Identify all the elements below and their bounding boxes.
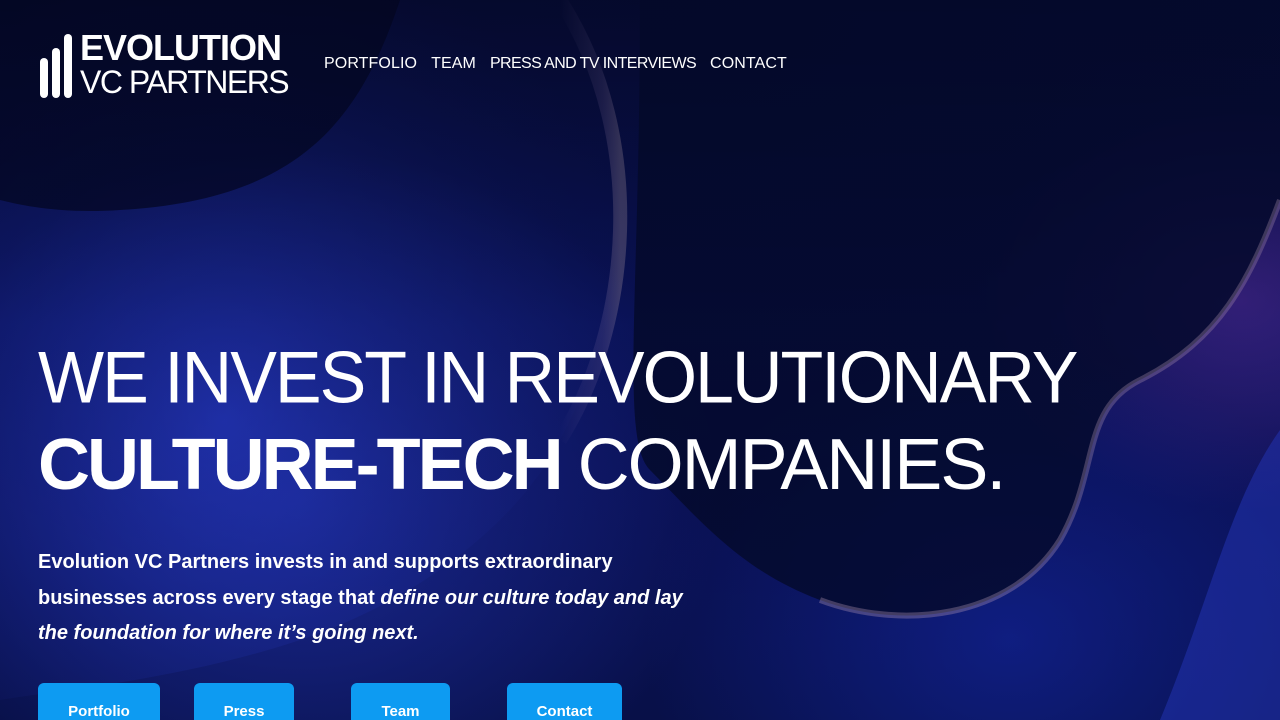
hero-section: EVOLUTION VC PARTNERS PORTFOLIO TEAM PRE… bbox=[0, 0, 1280, 720]
hero-headline: WE INVEST IN REVOLUTIONARY CULTURE-TECH … bbox=[38, 330, 1078, 510]
logo-text: EVOLUTION VC PARTNERS bbox=[80, 27, 290, 100]
press-button[interactable]: Press bbox=[194, 683, 294, 720]
logo-line2: VC PARTNERS bbox=[80, 64, 290, 100]
headline-emphasis: CULTURE-TECH bbox=[38, 425, 564, 505]
portfolio-button[interactable]: Portfolio bbox=[38, 683, 160, 720]
nav-team[interactable]: TEAM bbox=[431, 55, 476, 73]
logo-bar bbox=[52, 48, 60, 98]
hero-subtext: Evolution VC Partners invests in and sup… bbox=[38, 545, 698, 652]
logo-bars-icon bbox=[40, 34, 72, 98]
logo-bar bbox=[40, 58, 48, 98]
headline-line2: CULTURE-TECH COMPANIES. bbox=[38, 420, 1076, 510]
hero-buttons: Portfolio Press Team Contact bbox=[38, 683, 638, 720]
logo[interactable]: EVOLUTION VC PARTNERS bbox=[40, 27, 292, 100]
nav-press-and-tv-interviews[interactable]: PRESS AND TV INTERVIEWS bbox=[490, 55, 697, 73]
logo-line1: EVOLUTION bbox=[80, 27, 282, 68]
team-button[interactable]: Team bbox=[351, 683, 450, 720]
headline-line1: WE INVEST IN REVOLUTIONARY bbox=[38, 336, 1078, 419]
nav-portfolio[interactable]: PORTFOLIO bbox=[324, 55, 417, 73]
nav-contact[interactable]: CONTACT bbox=[710, 55, 787, 73]
contact-button[interactable]: Contact bbox=[507, 683, 622, 720]
logo-bar bbox=[64, 34, 72, 98]
main-nav: PORTFOLIO TEAM PRESS AND TV INTERVIEWS C… bbox=[324, 55, 787, 73]
headline-rest: COMPANIES. bbox=[577, 425, 1007, 505]
